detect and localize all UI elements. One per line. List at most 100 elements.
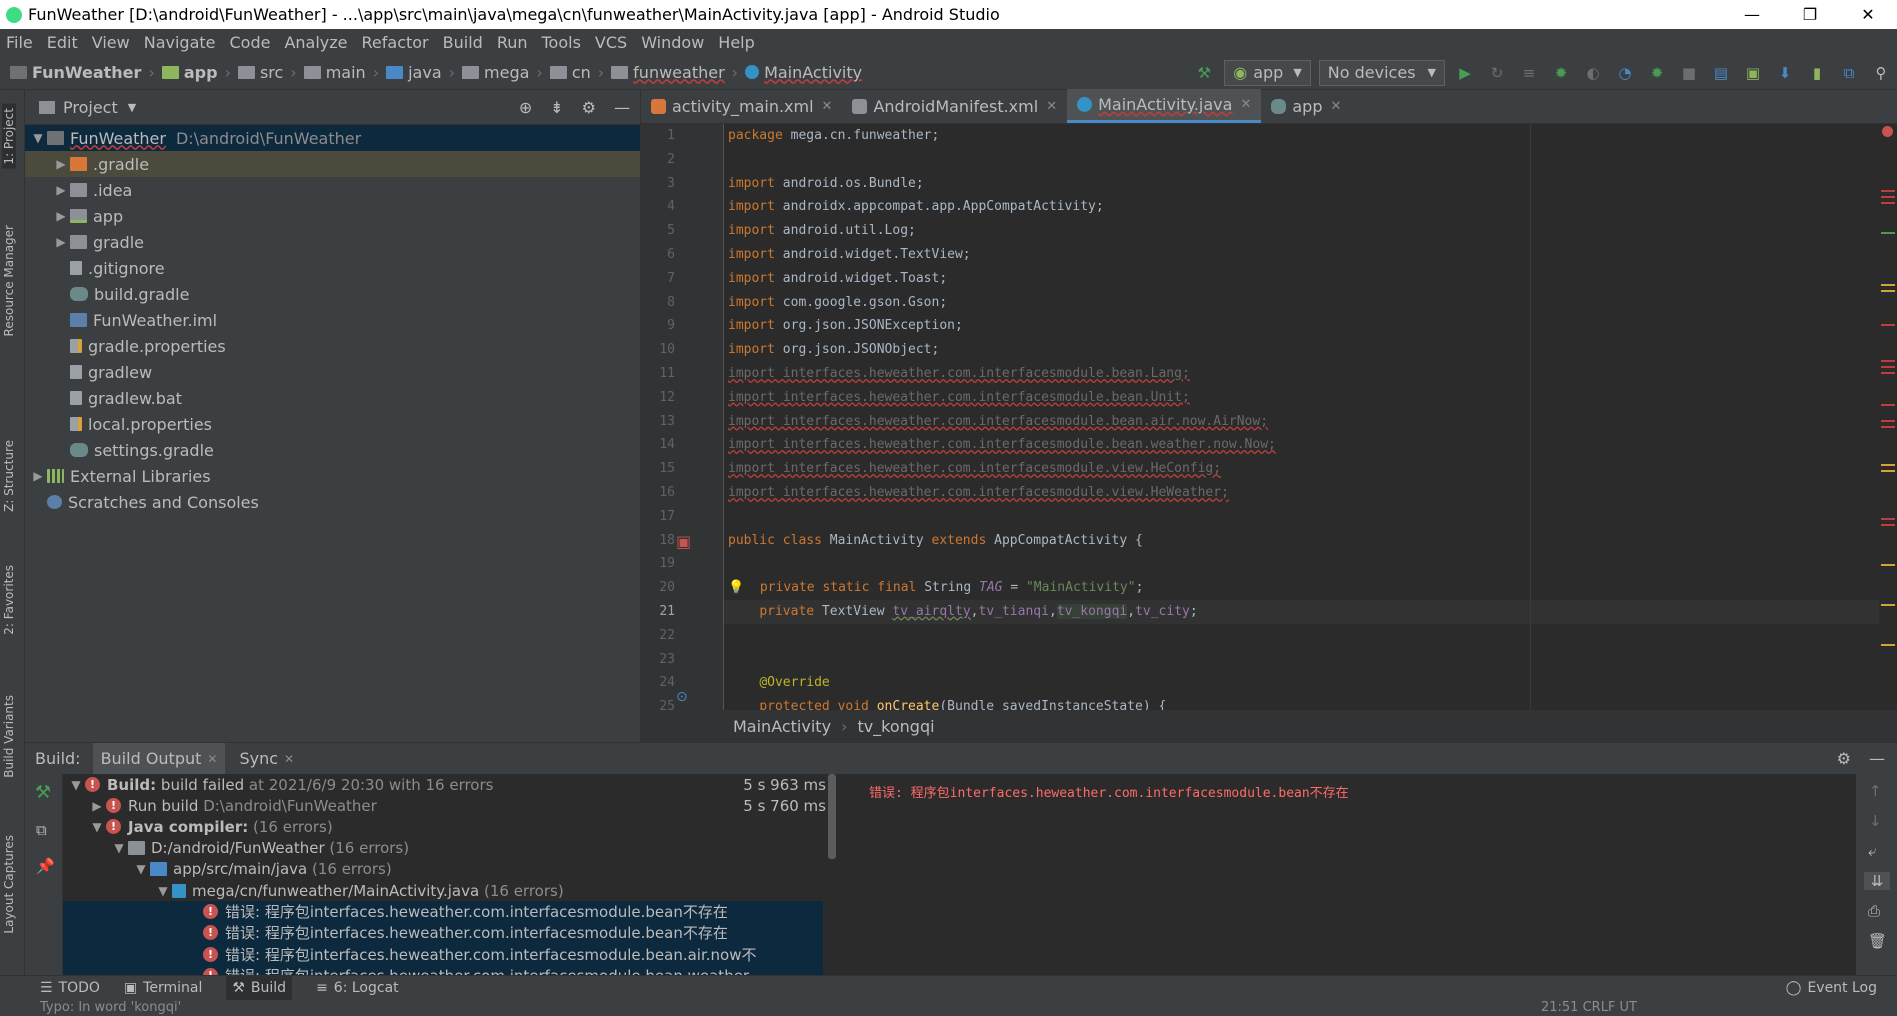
tab-app[interactable]: app ✕ — [1261, 89, 1351, 123]
search-icon[interactable]: ⚲ — [1865, 57, 1897, 89]
run-config-dropdown[interactable]: ◉ app ▼ — [1224, 59, 1311, 86]
gear-icon[interactable]: ⚙ — [582, 98, 596, 117]
sdk-manager-icon[interactable]: ⬇ — [1769, 57, 1801, 89]
close-tab-icon[interactable]: ✕ — [284, 752, 294, 766]
tree-item-app[interactable]: ▶ app — [25, 203, 640, 229]
chevron-down-icon[interactable]: ▼ — [128, 101, 136, 114]
build-error-row[interactable]: ! 错误: 程序包interfaces.heweather.com.interfa… — [63, 922, 823, 944]
tree-root[interactable]: ▼ FunWeather D:\android\FunWeather — [25, 125, 640, 151]
project-view-selector[interactable]: Project — [63, 98, 118, 117]
breadcrumb-main[interactable]: main — [326, 63, 366, 82]
tree-item-iml[interactable]: FunWeather.iml — [25, 307, 640, 333]
menu-tools[interactable]: Tools — [542, 33, 581, 52]
tree-item-gitignore[interactable]: .gitignore — [25, 255, 640, 281]
debug-icon[interactable]: ✹ — [1545, 57, 1577, 89]
menu-build[interactable]: Build — [443, 33, 483, 52]
menu-view[interactable]: View — [92, 33, 130, 52]
profile-icon[interactable]: ◐ — [1577, 57, 1609, 89]
build-tree-row[interactable]: ▼! Build: build failed at 2021/6/9 20:30… — [63, 774, 838, 795]
breadcrumb-app[interactable]: app — [184, 63, 218, 82]
hide-icon[interactable]: — — [1869, 749, 1885, 768]
error-indicator-icon[interactable] — [1882, 126, 1893, 137]
terminal-tab[interactable]: ▣ Terminal — [124, 980, 202, 996]
build-output-console[interactable]: 错误: 程序包interfaces.heweather.com.interfac… — [849, 774, 1856, 975]
tree-item-gradle-properties[interactable]: gradle.properties — [25, 333, 640, 359]
attach-debugger-icon[interactable]: ✹ — [1641, 57, 1673, 89]
menu-help[interactable]: Help — [718, 33, 754, 52]
menu-run[interactable]: Run — [497, 33, 528, 52]
editor-breadcrumb-class[interactable]: MainActivity — [733, 717, 831, 736]
breadcrumb-mega[interactable]: mega — [484, 63, 529, 82]
tree-item-external-libraries[interactable]: ▶ External Libraries — [25, 463, 640, 489]
avd-manager-icon[interactable]: ▣ — [1737, 57, 1769, 89]
tree-item-gradlew-bat[interactable]: gradlew.bat — [25, 385, 640, 411]
tree-item-gradle[interactable]: ▶ gradle — [25, 229, 640, 255]
todo-tab[interactable]: ☰ TODO — [40, 980, 100, 996]
trash-icon[interactable]: 🗑 — [1868, 932, 1897, 950]
tab-sync[interactable]: Sync ✕ — [239, 749, 294, 768]
rerun-icon[interactable]: ↻ — [1481, 57, 1513, 89]
stop-icon[interactable]: ■ — [1673, 57, 1705, 89]
resource-manager-tab[interactable]: Resource Manager — [2, 225, 16, 336]
error-stripe[interactable] — [1879, 124, 1897, 710]
soft-wrap-icon[interactable]: ⤶ — [1868, 842, 1897, 860]
build-error-row[interactable]: ! 错误: 程序包interfaces.heweather.com.interfa… — [63, 964, 823, 975]
build-tree-row[interactable]: ▼ D:/android/FunWeather (16 errors) — [63, 838, 838, 859]
logcat-tab[interactable]: ≡ 6: Logcat — [316, 980, 399, 996]
menu-edit[interactable]: Edit — [47, 33, 78, 52]
run-icon[interactable]: ▶ — [1449, 57, 1481, 89]
override-gutter-icon[interactable]: ⊙ — [676, 689, 688, 705]
close-tab-icon[interactable]: ✕ — [1240, 97, 1251, 112]
project-structure-icon[interactable]: ⧉ — [1833, 57, 1865, 89]
menu-file[interactable]: File — [6, 33, 33, 52]
build-tree-row[interactable]: ▶! Run build D:\android\FunWeather 5 s 7… — [63, 795, 838, 816]
menu-navigate[interactable]: Navigate — [144, 33, 216, 52]
tree-item-scratches[interactable]: Scratches and Consoles — [25, 489, 640, 515]
run-gutter-icon[interactable]: ▣ — [676, 532, 691, 551]
close-tab-icon[interactable]: ✕ — [1330, 99, 1341, 114]
expand-arrow-icon[interactable]: ▼ — [29, 131, 47, 145]
tree-item-gradlew[interactable]: gradlew — [25, 359, 640, 385]
arrow-up-icon[interactable]: ↑ — [1869, 782, 1897, 800]
tree-item-build-gradle[interactable]: build.gradle — [25, 281, 640, 307]
project-tool-tab[interactable]: 1: Project — [2, 104, 16, 169]
breadcrumb-java[interactable]: java — [408, 63, 442, 82]
tab-activity-main[interactable]: activity_main.xml ✕ — [641, 89, 842, 123]
tree-item-idea[interactable]: ▶ .idea — [25, 177, 640, 203]
layout-captures-tab[interactable]: Layout Captures — [2, 835, 16, 934]
close-tab-icon[interactable]: ✕ — [207, 752, 217, 766]
arrow-down-icon[interactable]: ↓ — [1869, 812, 1897, 830]
hammer-icon[interactable]: ⚒ — [1188, 57, 1220, 89]
structure-tab[interactable]: Z: Structure — [2, 440, 16, 512]
menu-refactor[interactable]: Refactor — [362, 33, 429, 52]
breadcrumb-cn[interactable]: cn — [572, 63, 591, 82]
close-button[interactable]: ✕ — [1839, 0, 1897, 29]
tab-main-activity[interactable]: MainActivity.java ✕ — [1067, 89, 1262, 123]
breadcrumb-funweather[interactable]: funweather — [633, 63, 724, 82]
hammer-icon[interactable]: ⚒ — [35, 782, 62, 803]
hide-icon[interactable]: — — [614, 98, 630, 117]
menu-window[interactable]: Window — [641, 33, 704, 52]
gear-icon[interactable]: ⚙ — [1837, 749, 1851, 768]
collapse-all-icon[interactable]: ⇟ — [550, 98, 563, 117]
device-manager-icon[interactable]: ▮ — [1801, 57, 1833, 89]
tab-build-output[interactable]: Build Output ✕ — [92, 742, 226, 775]
event-log-tab[interactable]: ◯ Event Log — [1786, 980, 1877, 996]
build-tree-row[interactable]: ▼ app/src/main/java (16 errors) — [63, 859, 838, 880]
code-editor[interactable]: package mega.cn.funweather; import andro… — [724, 124, 1879, 710]
print-icon[interactable]: ⎙ — [1868, 902, 1897, 920]
editor-breadcrumb-field[interactable]: tv_kongqi — [857, 717, 934, 736]
tree-item-local-properties[interactable]: local.properties — [25, 411, 640, 437]
build-error-row[interactable]: ! 错误: 程序包interfaces.heweather.com.interfa… — [63, 901, 823, 923]
device-dropdown[interactable]: No devices ▼ — [1318, 59, 1445, 86]
breadcrumb-project[interactable]: FunWeather — [32, 63, 141, 82]
build-tree-row[interactable]: ▼ mega/cn/funweather/MainActivity.java (… — [63, 880, 838, 901]
sync-project-icon[interactable]: ▤ — [1705, 57, 1737, 89]
breadcrumb-mainactivity[interactable]: MainActivity — [764, 63, 862, 82]
minimize-button[interactable]: — — [1723, 0, 1781, 29]
pin-icon[interactable]: 📌 — [36, 857, 62, 875]
breadcrumb-src[interactable]: src — [260, 63, 283, 82]
build-error-row[interactable]: ! 错误: 程序包interfaces.heweather.com.interfa… — [63, 943, 823, 965]
toggle-view-icon[interactable]: ⧉ — [36, 821, 62, 839]
locate-icon[interactable]: ⊕ — [519, 98, 532, 117]
